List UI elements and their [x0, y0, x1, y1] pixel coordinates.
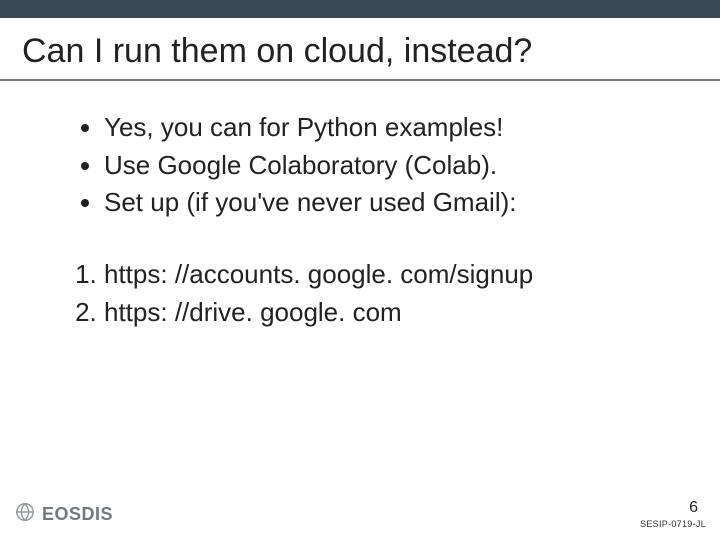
slide-title: Can I run them on cloud, instead?: [0, 18, 720, 77]
slide-footer: EOSDIS 6 SESIP-0719-JL: [0, 494, 720, 540]
doc-id: SESIP-0719-JL: [640, 519, 706, 529]
list-item: https: //drive. google. com: [104, 294, 670, 332]
list-item: Yes, you can for Python examples!: [104, 109, 670, 147]
slide-content: Yes, you can for Python examples! Use Go…: [0, 81, 720, 331]
slide: Can I run them on cloud, instead? Yes, y…: [0, 0, 720, 540]
footer-meta: 6 SESIP-0719-JL: [640, 499, 706, 529]
logo-text: EOSDIS: [42, 504, 113, 525]
globe-icon: [14, 501, 36, 528]
logo: EOSDIS: [14, 501, 113, 528]
list-item: Set up (if you've never used Gmail):: [104, 184, 670, 222]
list-item: https: //accounts. google. com/signup: [104, 256, 670, 294]
numbered-list: https: //accounts. google. com/signup ht…: [50, 256, 670, 331]
list-item: Use Google Colaboratory (Colab).: [104, 147, 670, 185]
top-bar: [0, 0, 720, 18]
bullet-list: Yes, you can for Python examples! Use Go…: [50, 109, 670, 222]
page-number: 6: [689, 499, 706, 517]
